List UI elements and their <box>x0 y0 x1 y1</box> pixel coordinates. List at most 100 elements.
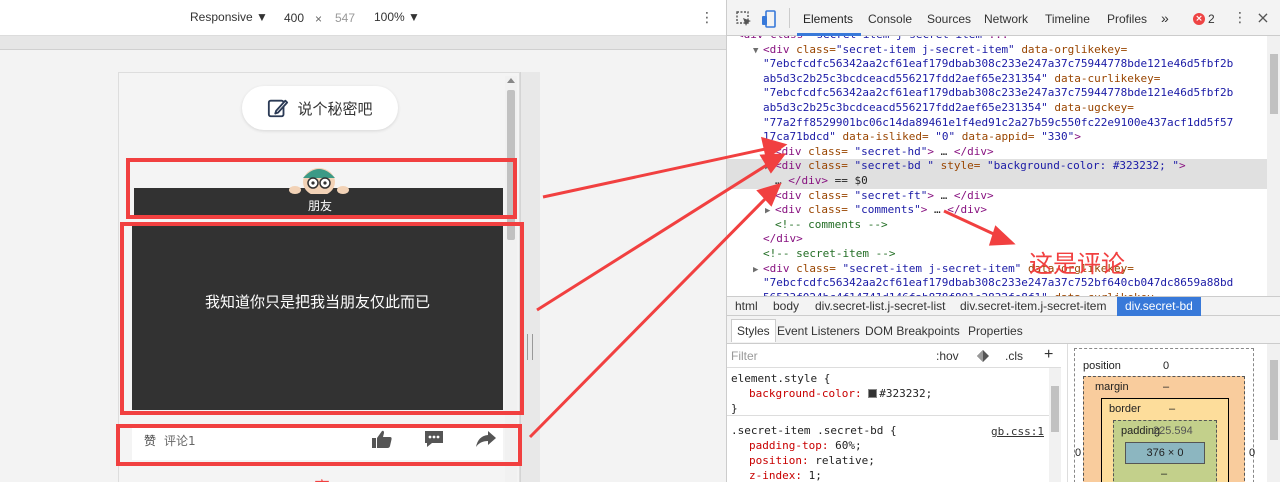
dom-tree[interactable]: <div class="secret-item j-secret-item"..… <box>727 36 1267 296</box>
css-property-value[interactable]: #323232; <box>879 387 932 400</box>
dom-node-markup: <div class= "comments"> … </div> <box>775 203 987 217</box>
error-count[interactable]: 2 <box>1208 12 1215 26</box>
expand-triangle-icon[interactable]: ▶ <box>765 146 775 161</box>
box-model-left-value[interactable]: 0 <box>1075 447 1081 459</box>
box-model-scrollbar[interactable] <box>1267 344 1280 482</box>
dom-tree-scrollbar-thumb[interactable] <box>1270 54 1278 114</box>
scroll-up-arrow-icon[interactable] <box>507 78 515 83</box>
dom-node-line[interactable]: 17ca71bdcd" data-isliked= "0" data-appid… <box>727 130 1267 145</box>
breadcrumb-item[interactable]: html <box>735 299 758 313</box>
breadcrumb-item[interactable]: body <box>773 299 799 313</box>
dom-node-markup: 17ca71bdcd" data-isliked= "0" data-appid… <box>763 130 1081 144</box>
edit-pen-icon <box>268 99 289 118</box>
css-property-name: position: <box>749 454 809 467</box>
bottom-cut-off-mark: 密 <box>314 474 330 482</box>
tab-profiles[interactable]: Profiles <box>1107 12 1147 26</box>
styles-scrollbar-thumb[interactable] <box>1051 386 1059 432</box>
styles-filter-input[interactable]: Filter <box>731 349 758 363</box>
device-viewport-pane: Responsive ▼ 400 × 547 100% ▼ ⋮ 说个秘密吧 朋友… <box>0 0 726 482</box>
dom-node-line[interactable]: ab5d3c2b25c3bcdceacd556217fdd2aef65e2313… <box>727 101 1267 116</box>
dom-node-line[interactable]: ▶ <div class= "comments"> … </div> <box>727 203 1267 218</box>
dom-node-markup: <div class="secret-item j-secret-item"..… <box>737 36 1009 41</box>
class-toggle[interactable]: .cls <box>1005 349 1023 363</box>
css-property-value[interactable]: relative; <box>815 454 875 467</box>
breadcrumb-item[interactable]: div.secret-list.j-secret-list <box>815 299 945 313</box>
breadcrumb-item[interactable]: div.secret-item.j-secret-item <box>960 299 1106 313</box>
box-model-margin-label: margin <box>1095 381 1129 393</box>
dom-node-line[interactable]: ab5d3c2b25c3bcdceacd556217fdd2aef65e2313… <box>727 72 1267 87</box>
expand-triangle-icon[interactable]: ▼ <box>753 44 763 59</box>
dom-node-line[interactable]: ▶ <div class= "secret-ft"> … </div> <box>727 189 1267 204</box>
box-model-padding-bottom-value[interactable]: – <box>1161 468 1167 480</box>
dom-node-line[interactable]: "7ebcfcdfc56342aa2cf61eaf179dbab308c233e… <box>727 86 1267 101</box>
tab-properties[interactable]: Properties <box>968 324 1023 338</box>
dom-node-line[interactable]: ▶ <div class= "secret-hd"> … </div> <box>727 145 1267 160</box>
tab-styles[interactable]: Styles <box>731 319 776 342</box>
dom-node-line[interactable]: ▼ <div class="secret-item j-secret-item" … <box>727 43 1267 58</box>
tab-elements[interactable]: Elements <box>803 12 853 26</box>
dom-node-markup: <div class= "secret-ft"> … </div> <box>775 188 994 202</box>
inspect-element-icon[interactable] <box>736 11 752 27</box>
dom-node-line[interactable]: "7ebcfcdfc56342aa2cf61eaf179dbab308c233e… <box>727 57 1267 72</box>
dom-node-line[interactable]: … </div> == $0 <box>727 174 1267 189</box>
dom-node-line[interactable]: </div> <box>727 232 1267 247</box>
hover-state-toggle[interactable]: :hov <box>936 349 959 363</box>
paint-diamond-icon[interactable] <box>977 350 989 362</box>
color-swatch-icon[interactable] <box>868 389 878 398</box>
devtools-menu-icon[interactable]: ⋮ <box>1233 9 1247 27</box>
box-model-position-value[interactable]: 0 <box>1163 360 1169 372</box>
css-declaration[interactable]: z-index: 1; <box>749 468 822 482</box>
tab-console[interactable]: Console <box>868 12 912 26</box>
css-property-value[interactable]: 1; <box>809 469 822 482</box>
expand-triangle-icon[interactable]: ▶ <box>765 190 775 205</box>
box-model-border-value[interactable]: – <box>1169 403 1175 415</box>
responsive-mode-select[interactable]: Responsive ▼ <box>190 10 268 24</box>
expand-triangle-icon[interactable]: ▶ <box>765 160 775 175</box>
more-tabs-icon[interactable]: » <box>1161 10 1169 26</box>
stylesheet-source-link[interactable]: gb.css:1 <box>991 424 1044 439</box>
css-property-value[interactable]: 60%; <box>835 439 862 452</box>
box-model-right-value[interactable]: 0 <box>1249 447 1255 459</box>
expand-triangle-icon[interactable]: ▶ <box>753 263 763 278</box>
box-model-margin-value[interactable]: – <box>1163 381 1169 393</box>
dom-node-line[interactable]: <!-- comments --> <box>727 218 1267 233</box>
box-model-content[interactable]: 376 × 0 <box>1125 442 1205 464</box>
tell-secret-button[interactable]: 说个秘密吧 <box>242 86 398 130</box>
media-query-ruler <box>0 36 726 50</box>
viewport-width-input[interactable]: 400 <box>278 9 310 27</box>
dom-node-markup: ab5d3c2b25c3bcdceacd556217fdd2aef65e2313… <box>763 101 1134 114</box>
dom-node-line[interactable]: <!-- secret-item --> <box>727 247 1267 262</box>
dom-node-line[interactable]: "77a2ff8529901bc06c14da89461e1f4ed91c2a2… <box>727 116 1267 131</box>
dom-node-line[interactable]: "7ebcfcdfc56342aa2cf61eaf179dbab308c233e… <box>727 276 1267 291</box>
close-devtools-icon[interactable]: × <box>1255 9 1271 27</box>
viewport-height-input[interactable]: 547 <box>329 9 361 27</box>
box-model-padding-value[interactable]: 225.594 <box>1153 425 1193 437</box>
tab-network[interactable]: Network <box>984 12 1028 26</box>
breadcrumb-item-selected[interactable]: div.secret-bd <box>1117 297 1201 316</box>
error-icon[interactable]: × <box>1193 13 1205 25</box>
tab-dom-breakpoints[interactable]: DOM Breakpoints <box>865 324 960 338</box>
dom-node-markup: … </div> == $0 <box>775 174 868 187</box>
sidebar-tabs: Styles Event Listeners DOM Breakpoints P… <box>727 316 1280 344</box>
add-style-rule-icon[interactable]: + <box>1044 346 1053 364</box>
dom-tree-scrollbar[interactable] <box>1267 36 1280 296</box>
dom-node-line[interactable]: ▶ <div class= "secret-bd " style= "backgr… <box>727 159 1267 175</box>
device-more-icon[interactable]: ⋮ <box>700 9 714 27</box>
css-property-name: z-index: <box>749 469 802 482</box>
tab-sources[interactable]: Sources <box>927 12 971 26</box>
expand-triangle-icon[interactable]: ▶ <box>765 204 775 219</box>
styles-scrollbar[interactable] <box>1049 368 1061 482</box>
device-toggle-icon[interactable] <box>761 10 777 28</box>
dom-node-markup: <!-- comments --> <box>775 217 888 231</box>
css-declaration[interactable]: padding-top: 60%; <box>749 438 862 453</box>
tab-event-listeners[interactable]: Event Listeners <box>777 324 860 338</box>
viewport-resize-handle-icon[interactable] <box>527 334 533 360</box>
dom-node-line[interactable]: ▶ <div class= "secret-item j-secret-item"… <box>727 262 1267 277</box>
css-declaration[interactable]: position: relative; <box>749 453 875 468</box>
box-model-scrollbar-thumb[interactable] <box>1270 360 1278 440</box>
dom-node-markup: "77a2ff8529901bc06c14da89461e1f4ed91c2a2… <box>763 115 1234 129</box>
tab-timeline[interactable]: Timeline <box>1045 12 1090 26</box>
element-style-declaration[interactable]: background-color: #323232; <box>749 386 932 401</box>
screen: Responsive ▼ 400 × 547 100% ▼ ⋮ 说个秘密吧 朋友… <box>0 0 1280 482</box>
zoom-select[interactable]: 100% ▼ <box>374 10 420 24</box>
